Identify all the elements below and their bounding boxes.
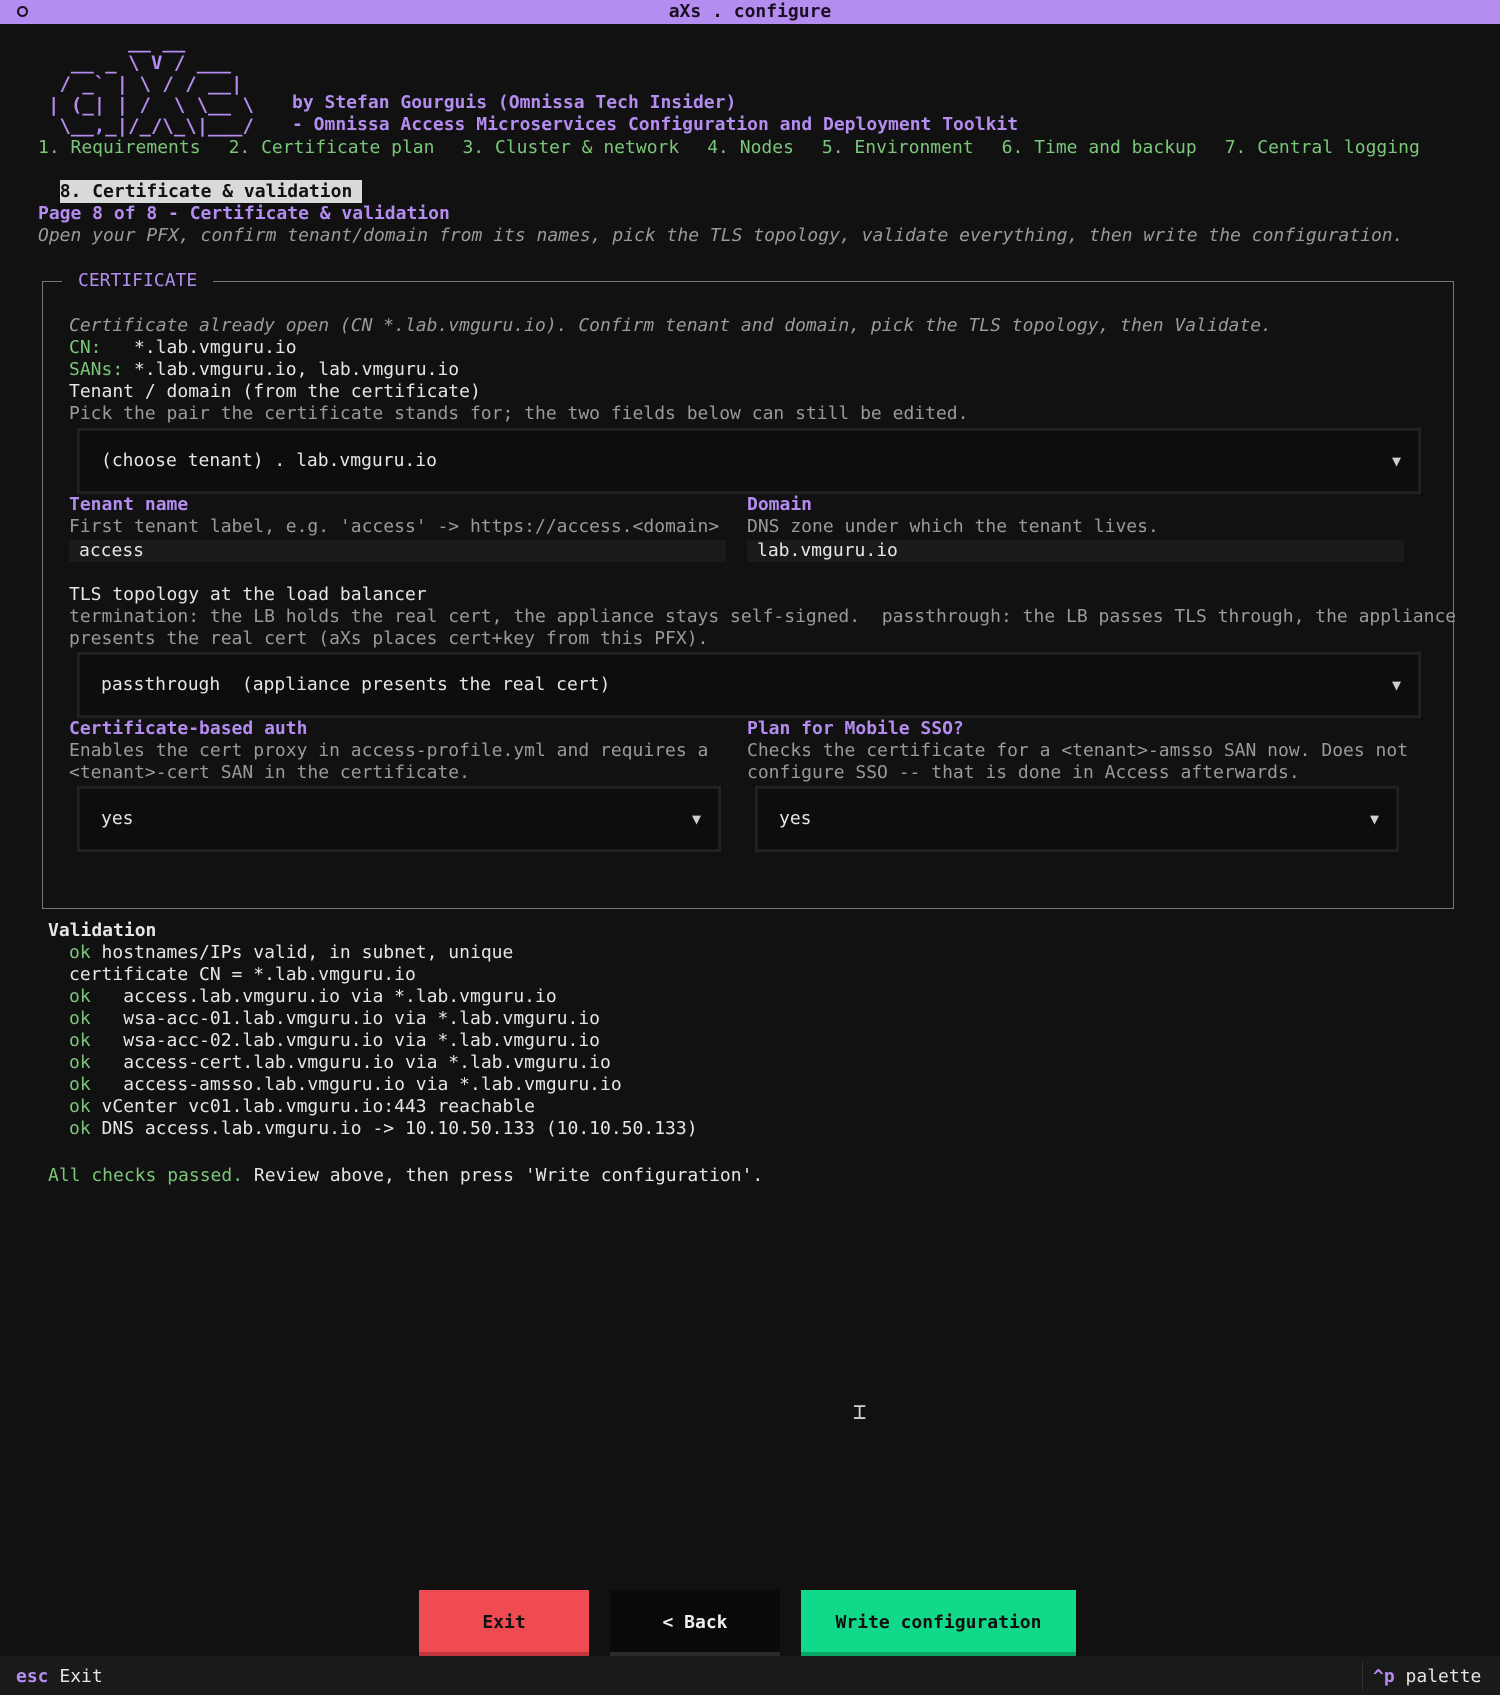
- cn-label: CN:: [69, 337, 102, 358]
- chevron-down-icon: ▼: [1391, 676, 1401, 694]
- ok-status: ok: [69, 942, 91, 963]
- header-byline: by Stefan Gourguis (Omnissa Tech Insider…: [292, 92, 737, 113]
- validation-text: vCenter vc01.lab.vmguru.io:443 reachable: [90, 1096, 536, 1117]
- mobile-sso-help: Checks the certificate for a <tenant>-am…: [747, 740, 1409, 761]
- cert-auth-help-cont: <tenant>-cert SAN in the certificate.: [69, 762, 470, 783]
- chevron-down-icon: ▼: [691, 810, 701, 828]
- esc-shortcut[interactable]: esc Exit: [16, 1666, 103, 1688]
- ok-status: ok: [69, 1008, 91, 1029]
- validation-text: wsa-acc-01.lab.vmguru.io via *.lab.vmgur…: [90, 1008, 601, 1029]
- tab-environment[interactable]: 5. Environment: [822, 137, 974, 158]
- footer-bar: esc Exit ^p palette: [0, 1656, 1500, 1695]
- write-configuration-button[interactable]: Write configuration: [801, 1590, 1076, 1656]
- certificate-status: Certificate already open (CN *.lab.vmgur…: [69, 315, 1272, 336]
- tab-cluster-network[interactable]: 3. Cluster & network: [462, 137, 679, 158]
- tls-topology-help-cont: presents the real cert (aXs places cert+…: [69, 628, 709, 649]
- tab-certificate-validation[interactable]: 8. Certificate & validation: [59, 180, 363, 203]
- validation-line: ok hostnames/IPs valid, in subnet, uniqu…: [69, 942, 513, 964]
- tenant-domain-select[interactable]: (choose tenant) . lab.vmguru.io ▼: [77, 428, 1421, 494]
- tab-certificate-plan[interactable]: 2. Certificate plan: [229, 137, 435, 158]
- cert-auth-select[interactable]: yes ▼: [77, 786, 721, 852]
- validation-text: certificate CN = *.lab.vmguru.io: [69, 964, 416, 985]
- validation-line: ok access-cert.lab.vmguru.io via *.lab.v…: [69, 1052, 611, 1074]
- tls-topology-select[interactable]: passthrough (appliance presents the real…: [77, 652, 1421, 718]
- tab-nodes[interactable]: 4. Nodes: [707, 137, 794, 158]
- footer-divider: [1362, 1662, 1363, 1690]
- tenant-name-label: Tenant name: [69, 494, 189, 515]
- tab-time-backup[interactable]: 6. Time and backup: [1002, 137, 1197, 158]
- back-button[interactable]: < Back: [610, 1590, 780, 1656]
- ok-status: ok: [69, 1074, 91, 1095]
- validation-text: hostnames/IPs valid, in subnet, unique: [90, 942, 514, 963]
- page-description: Open your PFX, confirm tenant/domain fro…: [38, 225, 1404, 246]
- validation-line: ok wsa-acc-01.lab.vmguru.io via *.lab.vm…: [69, 1008, 600, 1030]
- tab-central-logging[interactable]: 7. Central logging: [1225, 137, 1420, 158]
- window-circle-icon[interactable]: [17, 6, 28, 17]
- mobile-sso-help-cont: configure SSO -- that is done in Access …: [747, 762, 1300, 783]
- pair-help: Pick the pair the certificate stands for…: [69, 403, 969, 424]
- ok-status: ok: [69, 1052, 91, 1073]
- ok-status: ok: [69, 1096, 91, 1117]
- mobile-sso-label: Plan for Mobile SSO?: [747, 718, 964, 739]
- summary-ok: All checks passed.: [48, 1165, 244, 1186]
- tenant-name-help: First tenant label, e.g. 'access' -> htt…: [69, 516, 720, 537]
- tenant-domain-select-value: (choose tenant) . lab.vmguru.io: [101, 450, 437, 471]
- header-subtitle: - Omnissa Access Microservices Configura…: [292, 114, 1019, 135]
- exit-button[interactable]: Exit: [419, 1590, 589, 1656]
- tls-topology-help: termination: the LB holds the real cert,…: [69, 606, 1457, 627]
- sans-label: SANs:: [69, 359, 124, 380]
- ok-status: ok: [69, 1118, 91, 1139]
- palette-label: palette: [1394, 1666, 1482, 1687]
- window-title-bar: aXs . configure: [0, 0, 1500, 24]
- validation-text: access-cert.lab.vmguru.io via *.lab.vmgu…: [90, 1052, 611, 1073]
- tenant-name-input[interactable]: access: [69, 540, 726, 562]
- ok-status: ok: [69, 1030, 91, 1051]
- esc-label: Exit: [48, 1666, 103, 1687]
- window-title: aXs . configure: [668, 1, 832, 22]
- validation-text: access.lab.vmguru.io via *.lab.vmguru.io: [90, 986, 557, 1007]
- validation-summary: All checks passed. Review above, then pr…: [48, 1165, 763, 1187]
- validation-line: certificate CN = *.lab.vmguru.io: [69, 964, 416, 986]
- validation-text: access-amsso.lab.vmguru.io via *.lab.vmg…: [90, 1074, 622, 1095]
- sans-row: SANs: *.lab.vmguru.io, lab.vmguru.io: [69, 359, 459, 381]
- chevron-down-icon: ▼: [1391, 452, 1401, 470]
- palette-shortcut[interactable]: ^p palette: [1373, 1666, 1481, 1688]
- axs-ascii-logo: __ __ __ _ \ V / ___ / _` | \ / / __| | …: [48, 31, 254, 137]
- page-heading: Page 8 of 8 - Certificate & validation: [38, 203, 450, 224]
- wizard-tabs: 1. Requirements 2. Certificate plan 3. Clu…: [38, 137, 1478, 159]
- cert-auth-help: Enables the cert proxy in access-profile…: [69, 740, 709, 761]
- tls-topology-label: TLS topology at the load balancer: [69, 584, 427, 605]
- ok-status: ok: [69, 986, 91, 1007]
- pair-label: Tenant / domain (from the certificate): [69, 381, 481, 402]
- tab-requirements[interactable]: 1. Requirements: [38, 137, 201, 158]
- palette-key: ^p: [1373, 1666, 1395, 1687]
- cn-row: CN: *.lab.vmguru.io: [69, 337, 297, 359]
- cert-auth-select-value: yes: [101, 808, 134, 829]
- cn-value: *.lab.vmguru.io: [134, 337, 297, 358]
- domain-help: DNS zone under which the tenant lives.: [747, 516, 1159, 537]
- validation-heading: Validation: [48, 920, 157, 941]
- validation-line: ok vCenter vc01.lab.vmguru.io:443 reacha…: [69, 1096, 535, 1118]
- validation-text: wsa-acc-02.lab.vmguru.io via *.lab.vmgur…: [90, 1030, 601, 1051]
- validation-line: ok DNS access.lab.vmguru.io -> 10.10.50.…: [69, 1118, 698, 1140]
- mobile-sso-select-value: yes: [779, 808, 812, 829]
- tls-topology-select-value: passthrough (appliance presents the real…: [101, 674, 611, 695]
- sans-value: *.lab.vmguru.io, lab.vmguru.io: [134, 359, 460, 380]
- validation-text: DNS access.lab.vmguru.io -> 10.10.50.133…: [90, 1118, 698, 1139]
- text-cursor-icon: ⌶: [853, 1400, 867, 1425]
- validation-line: ok wsa-acc-02.lab.vmguru.io via *.lab.vm…: [69, 1030, 600, 1052]
- summary-rest: Review above, then press 'Write configur…: [243, 1165, 764, 1186]
- cert-auth-label: Certificate-based auth: [69, 718, 308, 739]
- esc-key: esc: [16, 1666, 49, 1687]
- certificate-panel-title: CERTIFICATE: [62, 270, 214, 292]
- validation-line: ok access-amsso.lab.vmguru.io via *.lab.…: [69, 1074, 622, 1096]
- mobile-sso-select[interactable]: yes ▼: [755, 786, 1399, 852]
- domain-label: Domain: [747, 494, 813, 515]
- domain-input[interactable]: lab.vmguru.io: [747, 540, 1404, 562]
- validation-line: ok access.lab.vmguru.io via *.lab.vmguru…: [69, 986, 557, 1008]
- chevron-down-icon: ▼: [1369, 810, 1379, 828]
